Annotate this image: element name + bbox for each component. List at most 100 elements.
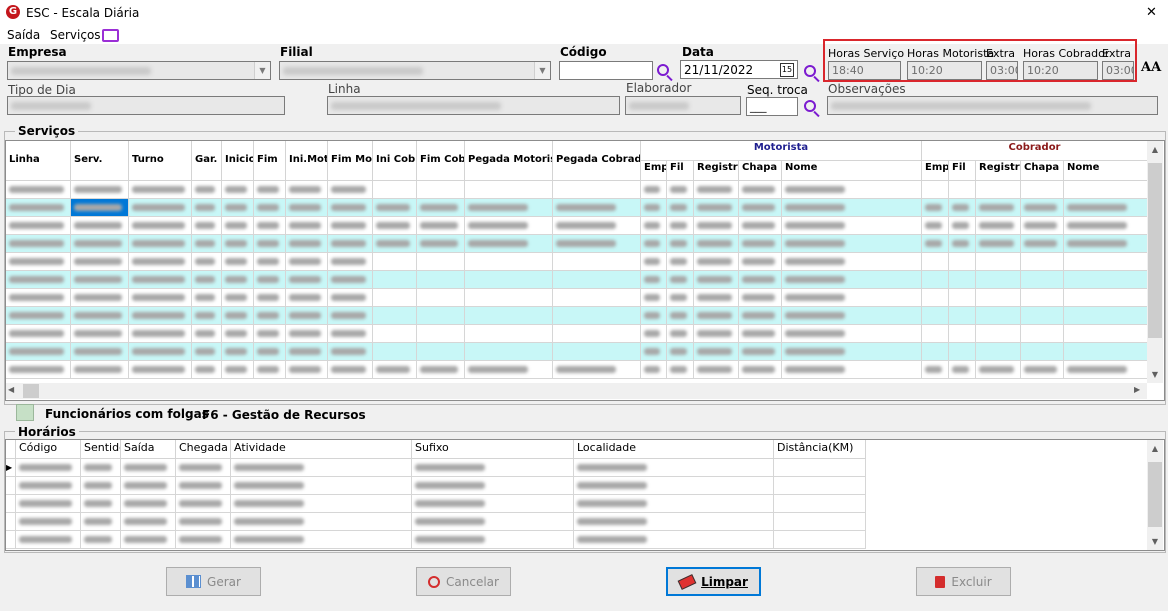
- table-cell[interactable]: [694, 343, 739, 361]
- table-cell[interactable]: [667, 253, 694, 271]
- table-cell[interactable]: [254, 343, 286, 361]
- table-cell[interactable]: [641, 307, 667, 325]
- table-cell[interactable]: [129, 307, 192, 325]
- table-cell[interactable]: [976, 181, 1021, 199]
- horarios-grid[interactable]: CódigoSentidoSaídaChegadaAtividadeSufixo…: [5, 439, 1165, 551]
- table-cell[interactable]: [1064, 307, 1148, 325]
- table-cell[interactable]: [176, 477, 231, 495]
- table-cell[interactable]: [129, 181, 192, 199]
- monitor-icon[interactable]: [102, 29, 119, 42]
- table-cell[interactable]: [782, 217, 922, 235]
- motorista-column-header[interactable]: Nome: [782, 161, 922, 181]
- table-cell[interactable]: [417, 181, 465, 199]
- table-cell[interactable]: [782, 325, 922, 343]
- table-cell[interactable]: [739, 343, 782, 361]
- table-cell[interactable]: [71, 217, 129, 235]
- table-cell[interactable]: [71, 181, 129, 199]
- horarios-column-header[interactable]: Sentido: [81, 440, 121, 459]
- table-cell[interactable]: [1021, 325, 1064, 343]
- close-icon[interactable]: ✕: [1146, 5, 1157, 20]
- table-cell[interactable]: [976, 307, 1021, 325]
- table-cell[interactable]: [192, 235, 222, 253]
- table-cell[interactable]: [373, 325, 417, 343]
- scroll-up-icon[interactable]: ▲: [1147, 440, 1163, 457]
- table-cell[interactable]: [121, 477, 176, 495]
- table-cell[interactable]: [553, 289, 641, 307]
- servicos-column-header[interactable]: Gar.: [192, 141, 222, 181]
- table-cell[interactable]: [222, 199, 254, 217]
- table-cell[interactable]: [782, 307, 922, 325]
- servicos-vertical-scrollbar[interactable]: ▲ ▼: [1147, 141, 1163, 383]
- table-cell[interactable]: [71, 307, 129, 325]
- table-cell[interactable]: [328, 235, 373, 253]
- table-cell[interactable]: [949, 217, 976, 235]
- table-cell[interactable]: [16, 459, 81, 477]
- table-cell[interactable]: [286, 343, 328, 361]
- table-cell[interactable]: [373, 307, 417, 325]
- table-cell[interactable]: [739, 217, 782, 235]
- table-cell[interactable]: [574, 477, 774, 495]
- table-row[interactable]: [6, 477, 866, 495]
- table-cell[interactable]: [922, 235, 949, 253]
- table-cell[interactable]: [373, 271, 417, 289]
- table-cell[interactable]: [976, 217, 1021, 235]
- calendar-icon[interactable]: 15: [780, 63, 794, 77]
- table-cell[interactable]: [976, 325, 1021, 343]
- table-row[interactable]: [6, 235, 1148, 253]
- table-cell[interactable]: [641, 181, 667, 199]
- table-row[interactable]: [6, 307, 1148, 325]
- table-cell[interactable]: [694, 217, 739, 235]
- table-cell[interactable]: [328, 217, 373, 235]
- table-cell[interactable]: [286, 289, 328, 307]
- table-cell[interactable]: [412, 495, 574, 513]
- table-cell[interactable]: [1021, 343, 1064, 361]
- table-cell[interactable]: [121, 531, 176, 549]
- table-cell[interactable]: [254, 307, 286, 325]
- table-cell[interactable]: [373, 217, 417, 235]
- font-size-icon[interactable]: AA: [1141, 60, 1161, 75]
- excluir-button[interactable]: Excluir: [916, 567, 1011, 596]
- table-cell[interactable]: [231, 531, 412, 549]
- table-cell[interactable]: [6, 325, 71, 343]
- table-cell[interactable]: [254, 289, 286, 307]
- table-cell[interactable]: [667, 181, 694, 199]
- table-cell[interactable]: [286, 307, 328, 325]
- table-cell[interactable]: [286, 217, 328, 235]
- table-cell[interactable]: [641, 235, 667, 253]
- servicos-column-header[interactable]: Serv.: [71, 141, 129, 181]
- table-cell[interactable]: [373, 235, 417, 253]
- table-cell[interactable]: [373, 289, 417, 307]
- h-scroll-thumb[interactable]: [23, 384, 39, 398]
- seq-troca-input[interactable]: ___: [746, 97, 798, 116]
- table-cell[interactable]: [465, 235, 553, 253]
- table-cell[interactable]: [922, 217, 949, 235]
- table-cell[interactable]: [1021, 361, 1064, 379]
- horarios-column-header[interactable]: Chegada: [176, 440, 231, 459]
- table-cell[interactable]: [417, 361, 465, 379]
- table-cell[interactable]: [739, 289, 782, 307]
- table-cell[interactable]: [465, 199, 553, 217]
- table-cell[interactable]: [782, 235, 922, 253]
- table-cell[interactable]: [222, 307, 254, 325]
- table-cell[interactable]: [286, 361, 328, 379]
- table-cell[interactable]: [1021, 271, 1064, 289]
- table-cell[interactable]: [739, 235, 782, 253]
- table-cell[interactable]: [417, 325, 465, 343]
- table-cell[interactable]: [129, 217, 192, 235]
- servicos-column-header[interactable]: Inicio: [222, 141, 254, 181]
- table-cell[interactable]: [667, 325, 694, 343]
- table-cell[interactable]: [328, 271, 373, 289]
- table-cell[interactable]: [222, 271, 254, 289]
- table-row[interactable]: [6, 217, 1148, 235]
- table-cell[interactable]: [129, 199, 192, 217]
- table-cell[interactable]: [949, 289, 976, 307]
- cobrador-column-header[interactable]: Emp: [922, 161, 949, 181]
- table-row[interactable]: [6, 343, 1148, 361]
- table-cell[interactable]: [782, 361, 922, 379]
- table-cell[interactable]: [949, 253, 976, 271]
- menu-servicos[interactable]: Serviços: [50, 28, 101, 42]
- table-cell[interactable]: [192, 181, 222, 199]
- table-cell[interactable]: [16, 513, 81, 531]
- table-cell[interactable]: [192, 361, 222, 379]
- table-cell[interactable]: [465, 289, 553, 307]
